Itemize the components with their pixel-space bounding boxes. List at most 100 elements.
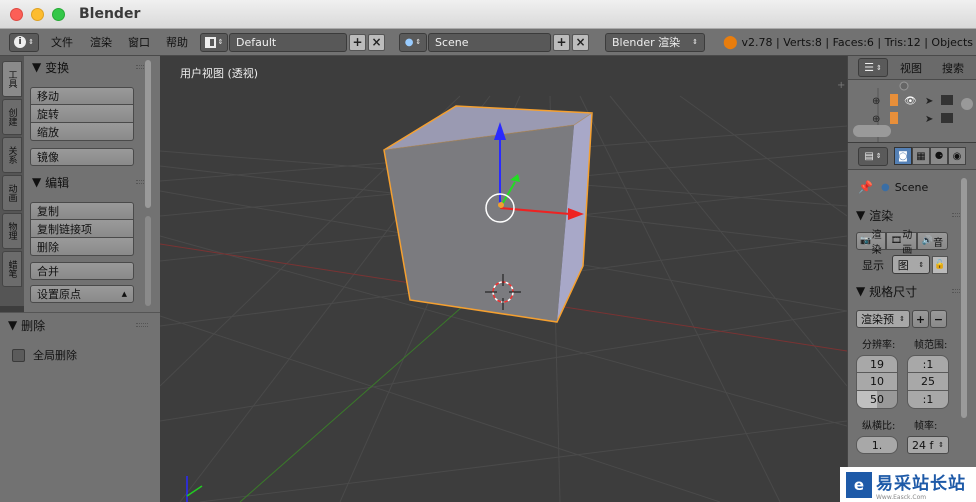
rotate-button[interactable]: 旋转 — [30, 105, 134, 123]
dimensions-panel-header[interactable]: ▼ 规格尺寸 — [848, 280, 976, 302]
frame-start-field[interactable]: :1 — [907, 355, 949, 373]
menu-file[interactable]: 文件 — [51, 34, 73, 50]
translate-button[interactable]: 移动 — [30, 87, 134, 105]
operator-panel: ▼ 删除 全局删除 — [0, 312, 160, 502]
layout-selector-button[interactable]: ⇕ — [200, 32, 228, 52]
collapse-arrow-icon: ▼ — [856, 284, 866, 298]
preset-row: 渲染预 ⇕ + − — [856, 310, 976, 328]
duplicate-linked-button[interactable]: 复制链接项 — [30, 220, 134, 238]
menu-render[interactable]: 渲染 — [90, 34, 112, 50]
minimize-window-button[interactable] — [31, 7, 44, 21]
watermark-logo-icon: e — [846, 471, 872, 498]
updown-icon: ⇕ — [875, 152, 882, 160]
3d-viewport[interactable]: + 用户视图 (透视) — [160, 56, 847, 502]
add-layout-button[interactable]: + — [349, 33, 366, 51]
tab-grease-pencil[interactable]: 蜡笔 — [2, 251, 22, 287]
viewport-canvas: + — [160, 80, 847, 502]
scene-selector-button[interactable]: ● ⇕ — [399, 32, 427, 52]
resolution-y-field[interactable]: 10 — [856, 373, 898, 391]
outliner-view-menu[interactable]: 视图 — [900, 60, 922, 76]
duplicate-button[interactable]: 复制 — [30, 202, 134, 220]
tab-create[interactable]: 创建 — [2, 99, 22, 135]
transform-panel-header[interactable]: ▼ 变换 — [24, 57, 160, 77]
remove-scene-button[interactable]: × — [572, 33, 589, 51]
frame-end-field[interactable]: 25 — [907, 373, 949, 391]
tool-shelf-tabs: 工具 创建 关系 动画 物理 蜡笔 — [0, 56, 24, 306]
outliner: ☰ ⇕ 视图 搜索 ⊕ 👁 ➤ ⊕ ➤ — [847, 56, 976, 142]
scene-name-field[interactable]: Scene — [428, 32, 551, 52]
render-context-icon[interactable]: ◙ — [894, 147, 912, 165]
tab-relations[interactable]: 关系 — [2, 137, 22, 173]
set-origin-dropdown[interactable]: 设置原点 ▲ — [30, 285, 134, 303]
info-header: i ⇕ 文件 渲染 窗口 帮助 ⇕ Default + × ● ⇕ Scene … — [0, 29, 976, 56]
properties-scrollbar[interactable] — [961, 178, 967, 418]
camera-icon: 📷 — [860, 236, 872, 246]
render-image-button[interactable]: 📷 渲染 — [856, 230, 886, 256]
framerate-dropdown[interactable]: 24 f ⇕ — [907, 436, 949, 454]
menu-window[interactable]: 窗口 — [128, 34, 150, 50]
outliner-editor-type-button[interactable]: ☰ ⇕ — [858, 58, 888, 77]
dimensions-fields: 19 10 50 :1 25 :1 — [856, 355, 976, 409]
properties-editor-type-button[interactable]: ▤ ⇕ — [858, 146, 888, 166]
properties-context-path: 📌 ● Scene — [848, 170, 976, 204]
outliner-search-menu[interactable]: 搜索 — [942, 60, 964, 76]
use-global-option[interactable]: 全局删除 — [12, 347, 160, 363]
render-audio-button[interactable]: 🔊 音 — [917, 232, 948, 250]
resolution-x-field[interactable]: 19 — [856, 355, 898, 373]
frame-step-field[interactable]: :1 — [907, 391, 949, 409]
watermark: e 易采站长站 Www.Easck.Com — [840, 467, 976, 502]
frame-range-label: 帧范围: — [914, 340, 948, 351]
drag-grip-icon[interactable] — [136, 323, 148, 327]
editor-type-button[interactable]: i ⇕ — [9, 32, 39, 52]
render-engine-dropdown[interactable]: Blender 渲染 ⇕ — [605, 32, 705, 52]
updown-icon: ⇕ — [692, 38, 698, 46]
render-preset-dropdown[interactable]: 渲染预 ⇕ — [856, 310, 910, 328]
tab-tools[interactable]: 工具 — [2, 61, 22, 97]
join-button[interactable]: 合并 — [30, 262, 134, 280]
scale-button[interactable]: 缩放 — [30, 123, 134, 141]
tab-animation[interactable]: 动画 — [2, 175, 22, 211]
aspect-x-field[interactable]: 1. — [856, 436, 898, 454]
operator-panel-header[interactable]: ▼ 删除 — [0, 315, 160, 335]
world-context-icon[interactable]: ◉ — [948, 147, 966, 165]
outliner-scrollbar — [853, 125, 891, 137]
remove-layout-button[interactable]: × — [368, 33, 385, 51]
delete-button[interactable]: 删除 — [30, 238, 134, 256]
updown-icon: ⇕ — [899, 315, 905, 323]
orientation-axes-icon — [186, 476, 203, 502]
render-panel-header[interactable]: ▼ 渲染 — [848, 204, 976, 226]
resolution-x-value: 19 — [870, 357, 884, 371]
pin-icon[interactable]: 📌 — [858, 180, 873, 194]
display-mode-value: 图 — [897, 258, 909, 272]
maximize-window-button[interactable] — [52, 7, 65, 21]
add-preset-button[interactable]: + — [912, 310, 929, 328]
scene-stats: v2.78 | Verts:8 | Faces:6 | Tris:12 | Ob… — [741, 35, 974, 49]
lock-icon[interactable]: 🔓 — [932, 255, 948, 274]
add-scene-button[interactable]: + — [553, 33, 570, 51]
mirror-button[interactable]: 镜像 — [30, 148, 134, 166]
display-mode-dropdown[interactable]: 图 ⇕ — [892, 255, 930, 274]
render-engine-value: Blender 渲染 — [612, 36, 681, 49]
watermark-text: 易采站长站 — [876, 473, 966, 494]
menu-help[interactable]: 帮助 — [166, 34, 188, 50]
layout-name-field[interactable]: Default — [229, 32, 347, 52]
framerate-label: 帧率: — [914, 421, 938, 432]
add-region-icon[interactable]: + — [837, 80, 845, 91]
tool-shelf-scrollbar-track[interactable] — [145, 216, 151, 306]
tab-physics[interactable]: 物理 — [2, 213, 22, 249]
set-origin-label: 设置原点 — [37, 288, 81, 301]
list-icon: ☰ — [864, 61, 874, 74]
close-window-button[interactable] — [10, 7, 23, 21]
tool-shelf: ▼ 变换 移动 旋转 缩放 镜像 ▼ 编辑 复制 复制链接项 删除 合并 设置原… — [24, 56, 160, 312]
remove-preset-button[interactable]: − — [930, 310, 947, 328]
render-animation-button[interactable]: 🎞 动画 — [886, 230, 917, 256]
scene-context-icon[interactable]: ⚈ — [930, 147, 948, 165]
use-global-checkbox[interactable] — [12, 348, 25, 362]
tool-shelf-scrollbar[interactable] — [145, 60, 151, 208]
render-layers-icon[interactable]: ▦ — [912, 147, 930, 165]
resolution-percent-slider[interactable]: 50 — [856, 391, 898, 409]
edit-panel-title: 编辑 — [45, 175, 70, 190]
collapse-arrow-icon: ▼ — [32, 175, 42, 189]
edit-panel-header[interactable]: ▼ 编辑 — [24, 172, 160, 192]
render-panel-title: 渲染 — [869, 208, 894, 223]
